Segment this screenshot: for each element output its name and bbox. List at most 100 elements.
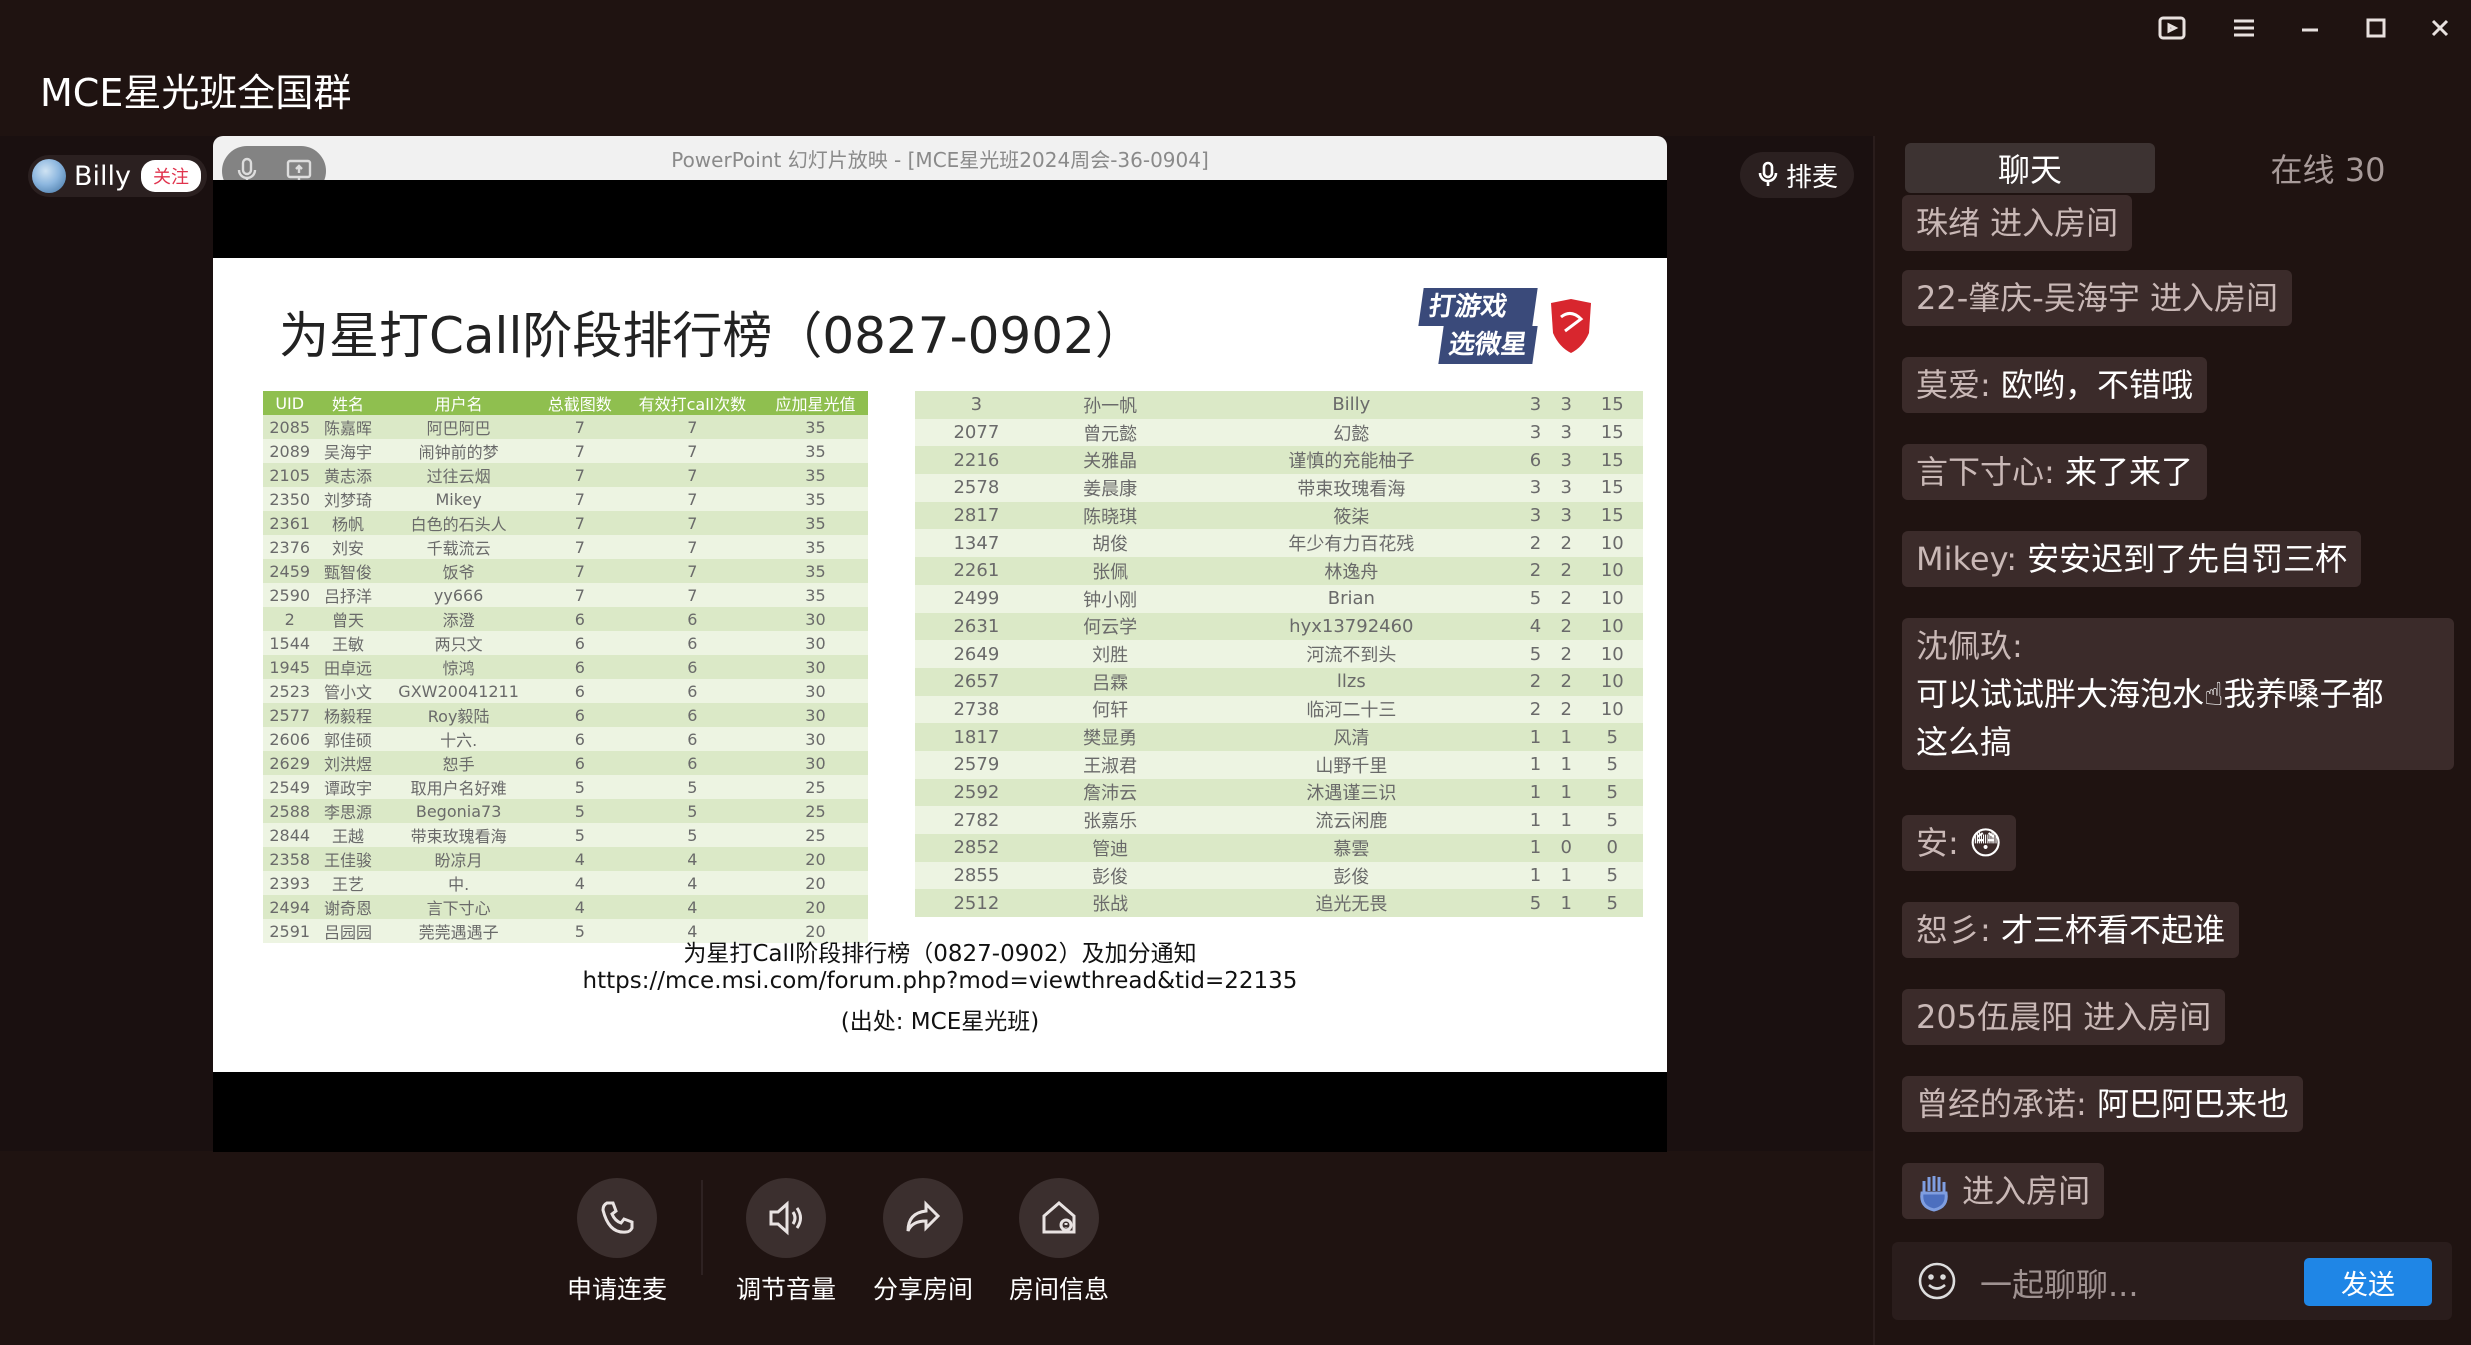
table-cell: 7: [537, 535, 622, 559]
speaker-icon: [769, 1200, 802, 1236]
screen-record-icon[interactable]: [2150, 10, 2194, 46]
table-row: 1945 田卓远 惊鸿 6 6 30: [263, 655, 868, 679]
table-cell: 7: [621, 415, 763, 439]
table-cell: 10: [1581, 557, 1643, 585]
host-name: Billy: [74, 160, 132, 192]
table-cell: 5: [1581, 861, 1643, 890]
chat-message: 进入房间: [1902, 1163, 2105, 1219]
table-cell: 2738: [915, 695, 1038, 724]
table-cell: 10: [1581, 640, 1643, 668]
table-cell: 王越: [316, 823, 380, 847]
table-cell: 20: [762, 871, 868, 895]
table-cell: 1: [1550, 723, 1582, 751]
table-cell: 15: [1581, 391, 1643, 419]
chat-message: 安: 😳: [1902, 815, 2017, 871]
chat-input[interactable]: 一起聊聊...: [1980, 1260, 2139, 1306]
table-cell: 白色的石头人: [379, 511, 538, 535]
menu-icon[interactable]: [2222, 10, 2266, 46]
table-cell: 沐遇谨三识: [1182, 778, 1521, 807]
room-info-button[interactable]: 房间信息: [989, 1178, 1129, 1306]
table-row: 2579 王淑君 山野千里 1 1 5: [915, 750, 1643, 779]
send-button[interactable]: 发送: [2304, 1258, 2432, 1306]
table-cell: 2: [1550, 667, 1582, 696]
chat-message: 恕彡: 才三杯看不起谁: [1902, 902, 2239, 958]
table-cell: 35: [762, 559, 868, 583]
table-cell: 30: [762, 655, 868, 679]
table-row: 1347 胡俊 年少有力百花残 2 2 10: [915, 529, 1643, 558]
slide-note-url: https://mce.msi.com/forum.php?mod=viewth…: [582, 968, 1298, 994]
table-cell: 2494: [263, 895, 317, 919]
table-header-cell: 总截图数: [537, 391, 622, 415]
table-header-cell: 用户名: [379, 391, 538, 415]
table-cell: 刘安: [316, 535, 380, 559]
table-cell: 6: [537, 727, 622, 751]
presentation-slide: 为星打Call阶段排行榜（0827-0902） 打游戏 选微星 UID 姓名 用户名…: [213, 258, 1667, 1072]
chat-message: 言下寸心: 来了来了: [1902, 444, 2207, 500]
queue-mic-label: 排麦: [1786, 162, 1839, 193]
table-cell: 35: [762, 583, 868, 607]
table-cell: 詹沛云: [1037, 778, 1183, 807]
table-cell: 7: [537, 415, 622, 439]
queue-mic-button[interactable]: 排麦: [1740, 152, 1855, 198]
table-row: 2261 张佩 林逸舟 2 2 10: [915, 557, 1643, 585]
table-cell: 3: [1550, 446, 1582, 475]
table-cell: 千载流云: [379, 535, 538, 559]
table-cell: 刘洪煜: [316, 751, 380, 775]
share-room-button[interactable]: 分享房间: [853, 1178, 993, 1306]
table-cell: 彭俊: [1037, 861, 1183, 890]
table-cell: 2577: [263, 703, 317, 727]
avatar[interactable]: [32, 159, 66, 193]
table-cell: 6: [621, 679, 763, 703]
table-cell: 3: [1550, 418, 1582, 447]
table-cell: 中.: [379, 871, 538, 895]
minimize-icon[interactable]: [2288, 10, 2332, 46]
table-cell: 35: [762, 463, 868, 487]
table-cell: 2657: [915, 667, 1038, 696]
table-cell: 1: [1520, 778, 1551, 807]
table-cell: 河流不到头: [1182, 640, 1521, 668]
table-cell: 7: [621, 463, 763, 487]
follow-button[interactable]: 关注: [141, 160, 202, 192]
tab-online[interactable]: 在线 30: [2218, 143, 2438, 193]
table-cell: 2361: [263, 511, 317, 535]
table-row: 2577 杨毅程 Roy毅陆 6 6 30: [263, 703, 868, 727]
table-row: 2358 王佳骏 盼凉月 4 4 20: [263, 847, 868, 871]
table-cell: 30: [762, 751, 868, 775]
close-icon[interactable]: [2418, 10, 2462, 46]
table-cell: hyx13792460: [1182, 612, 1521, 641]
table-header-cell: 姓名: [316, 391, 380, 415]
ranking-table-left: UID 姓名 用户名 总截图数 有效打call次数 应加星光值 2085 陈嘉晖 阿巴阿巴 7 7…: [263, 391, 868, 943]
table-row: 2 曾天 添澄 6 6 30: [263, 607, 868, 631]
table-cell: 樊显勇: [1037, 723, 1183, 751]
chat-author: 沈佩玖:: [1916, 627, 2023, 665]
table-cell: 2393: [263, 871, 317, 895]
tab-chat[interactable]: 聊天: [1905, 143, 2155, 193]
table-cell: 10: [1581, 695, 1643, 724]
table-cell: 2523: [263, 679, 317, 703]
table-cell: 追光无畏: [1182, 889, 1521, 918]
table-cell: 3: [1520, 418, 1551, 447]
table-cell: 3: [1520, 501, 1551, 530]
table-cell: 2: [263, 607, 317, 631]
table-cell: 6: [537, 703, 622, 727]
table-cell: 2358: [263, 847, 317, 871]
hamsa-hand-icon: [1920, 1176, 1948, 1212]
request-mic-button[interactable]: 申请连麦: [547, 1178, 687, 1306]
table-cell: 5: [1581, 778, 1643, 807]
table-cell: 1: [1550, 806, 1582, 834]
table-cell: 1: [1550, 861, 1582, 890]
mic-icon: [1758, 161, 1778, 186]
table-cell: 3: [1520, 474, 1551, 502]
table-cell: 吴海宇: [316, 439, 380, 463]
volume-button[interactable]: 调节音量: [716, 1178, 856, 1306]
table-cell: 王敏: [316, 631, 380, 655]
table-cell: 2089: [263, 439, 317, 463]
maximize-icon[interactable]: [2354, 10, 2398, 46]
emoji-icon[interactable]: [1916, 1260, 1958, 1306]
table-cell: 年少有力百花残: [1182, 529, 1521, 558]
table-cell: 2590: [263, 583, 317, 607]
host-chip[interactable]: Billy 关注: [28, 155, 208, 197]
table-cell: 2606: [263, 727, 317, 751]
table-cell: 杨毅程: [316, 703, 380, 727]
table-cell: 5: [537, 775, 622, 799]
